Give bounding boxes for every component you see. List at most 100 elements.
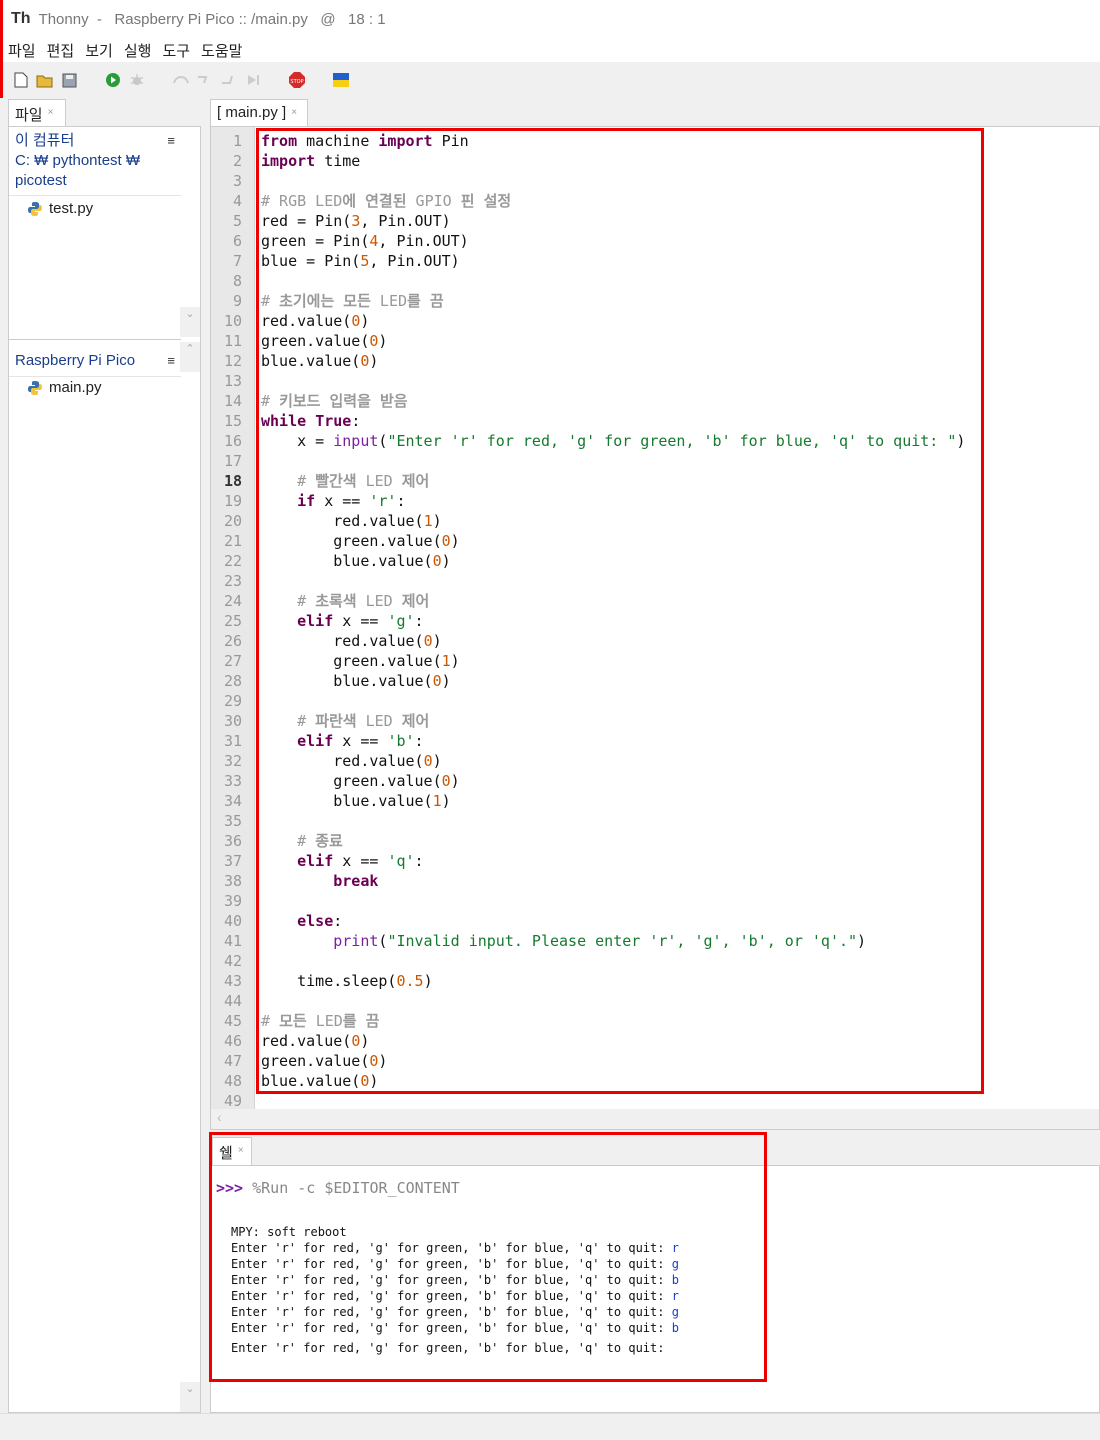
menu-run[interactable]: 실행	[119, 40, 158, 61]
line-number: 32	[223, 752, 242, 770]
files-pane: 파일 × 이 컴퓨터 C: ₩ pythontest ₩ picotest ≡ …	[8, 98, 201, 1413]
menu-help[interactable]: 도움말	[196, 40, 248, 61]
line-number: 13	[223, 372, 242, 390]
code-line[interactable]: red.value(1)	[261, 511, 441, 531]
line-number: 11	[223, 332, 242, 350]
code-line[interactable]: green.value(0)	[261, 331, 387, 351]
new-file-icon[interactable]	[12, 71, 30, 89]
code-line[interactable]: blue.value(0)	[261, 551, 450, 571]
code-line[interactable]: # 종료	[261, 831, 343, 851]
device-heading[interactable]: Raspberry Pi Pico ≡	[9, 347, 181, 375]
code-line[interactable]: break	[261, 871, 378, 891]
thonny-window: Th Thonny - Raspberry Pi Pico :: /main.p…	[0, 0, 1100, 1440]
shell-output-line: Enter 'r' for red, 'g' for green, 'b' fo…	[231, 1241, 679, 1255]
code-line[interactable]: blue.value(0)	[261, 351, 378, 371]
code-line[interactable]: green.value(0)	[261, 1051, 387, 1071]
shell-user-input: g	[671, 1305, 679, 1319]
menu-icon[interactable]: ≡	[167, 351, 175, 371]
line-number: 21	[223, 532, 242, 550]
code-line[interactable]: # 파란색 LED 제어	[261, 711, 429, 731]
line-number: 26	[223, 632, 242, 650]
close-icon[interactable]: ×	[238, 1145, 244, 1165]
line-number: 27	[223, 652, 242, 670]
line-number: 38	[223, 872, 242, 890]
step-out-icon	[220, 71, 238, 89]
line-number: 43	[223, 972, 242, 990]
code-line[interactable]: # 모든 LED를 끔	[261, 1011, 379, 1031]
shell-output-line: Enter 'r' for red, 'g' for green, 'b' fo…	[231, 1289, 679, 1303]
line-number: 41	[223, 932, 242, 950]
code-line[interactable]: # 키보드 입력을 받음	[261, 391, 408, 411]
code-line[interactable]: # 빨간색 LED 제어	[261, 471, 429, 491]
horizontal-scrollbar[interactable]: ‹	[211, 1109, 1099, 1129]
code-line[interactable]: green.value(0)	[261, 771, 459, 791]
code-line[interactable]: red.value(0)	[261, 751, 441, 771]
code-line[interactable]: from machine import Pin	[261, 131, 469, 151]
line-number: 12	[223, 352, 242, 370]
code-line[interactable]: # 초기에는 모든 LED를 끔	[261, 291, 444, 311]
title-bar: Th Thonny - Raspberry Pi Pico :: /main.p…	[0, 0, 1100, 38]
stop-icon[interactable]: STOP	[288, 71, 306, 89]
line-number: 6	[232, 232, 242, 250]
line-number: 20	[223, 512, 242, 530]
code-line[interactable]: red.value(0)	[261, 311, 369, 331]
tab-main-py[interactable]: [ main.py ] ×	[210, 99, 308, 126]
code-line[interactable]: if x == 'r':	[261, 491, 405, 511]
code-area[interactable]: from machine import Pin import time # RGB …	[261, 127, 1091, 1129]
line-number: 5	[232, 212, 242, 230]
close-icon[interactable]: ×	[291, 107, 297, 126]
tab-shell[interactable]: 쉘 ×	[212, 1137, 252, 1165]
code-line[interactable]: elif x == 'g':	[261, 611, 423, 631]
code-line[interactable]: print("Invalid input. Please enter 'r', …	[261, 931, 866, 951]
code-line[interactable]: red = Pin(3, Pin.OUT)	[261, 211, 451, 231]
menu-view[interactable]: 보기	[80, 40, 119, 61]
code-line[interactable]: import time	[261, 151, 360, 171]
code-line[interactable]: time.sleep(0.5)	[261, 971, 432, 991]
code-line[interactable]: green.value(1)	[261, 651, 459, 671]
shell-command: %Run -c $EDITOR_CONTENT	[243, 1179, 460, 1197]
line-number: 10	[223, 312, 242, 330]
code-line[interactable]: blue = Pin(5, Pin.OUT)	[261, 251, 460, 271]
code-line[interactable]: green = Pin(4, Pin.OUT)	[261, 231, 469, 251]
save-file-icon[interactable]	[60, 71, 78, 89]
line-number: 49	[223, 1092, 242, 1110]
run-icon[interactable]	[104, 71, 122, 89]
this-computer-heading[interactable]: 이 컴퓨터 C: ₩ pythontest ₩ picotest ≡	[9, 127, 181, 195]
computer-path-label: C: ₩ pythontest ₩	[15, 152, 141, 169]
code-line[interactable]: blue.value(0)	[261, 671, 450, 691]
code-line[interactable]: elif x == 'b':	[261, 731, 423, 751]
code-line[interactable]: else:	[261, 911, 342, 931]
code-line[interactable]: blue.value(1)	[261, 791, 450, 811]
tab-files[interactable]: 파일 ×	[8, 99, 66, 126]
shell-console[interactable]: >>> %Run -c $EDITOR_CONTENT MPY: soft re…	[210, 1165, 1100, 1413]
code-line[interactable]: red.value(0)	[261, 1031, 369, 1051]
scroll-down-icon[interactable]: ⌄	[180, 1382, 200, 1412]
code-editor[interactable]: 1 2 3 4 5 6 7 8 9 10 11 12 13 14 15 16 17 18 19 20 21 22 23 24 2…	[210, 126, 1100, 1130]
file-item-main-py[interactable]: main.py	[9, 377, 102, 399]
code-line[interactable]: green.value(0)	[261, 531, 459, 551]
scroll-up-icon[interactable]: ⌃	[180, 342, 200, 372]
code-line[interactable]: red.value(0)	[261, 631, 441, 651]
ukraine-flag-icon[interactable]	[332, 71, 350, 89]
code-line[interactable]: # 초록색 LED 제어	[261, 591, 429, 611]
line-number: 36	[223, 832, 242, 850]
scroll-down-icon[interactable]: ⌄	[180, 307, 200, 337]
open-file-icon[interactable]	[36, 71, 54, 89]
close-icon[interactable]: ×	[48, 107, 54, 126]
shell-prompt: >>>	[216, 1179, 244, 1197]
line-number: 45	[223, 1012, 242, 1030]
menu-file[interactable]: 파일	[3, 40, 42, 61]
line-number: 44	[223, 992, 242, 1010]
file-item-test-py[interactable]: test.py	[9, 198, 200, 220]
menu-tools[interactable]: 도구	[157, 40, 196, 61]
line-number: 28	[223, 672, 242, 690]
code-line[interactable]: x = input("Enter 'r' for red, 'g' for gr…	[261, 431, 965, 451]
line-number: 30	[223, 712, 242, 730]
code-line[interactable]: # RGB LED에 연결된 GPIO 핀 설정	[261, 191, 511, 211]
line-number: 34	[223, 792, 242, 810]
menu-edit[interactable]: 편집	[42, 40, 81, 61]
code-line[interactable]: while True:	[261, 411, 360, 431]
code-line[interactable]: elif x == 'q':	[261, 851, 423, 871]
code-line[interactable]: blue.value(0)	[261, 1071, 378, 1091]
menu-icon[interactable]: ≡	[167, 131, 175, 151]
